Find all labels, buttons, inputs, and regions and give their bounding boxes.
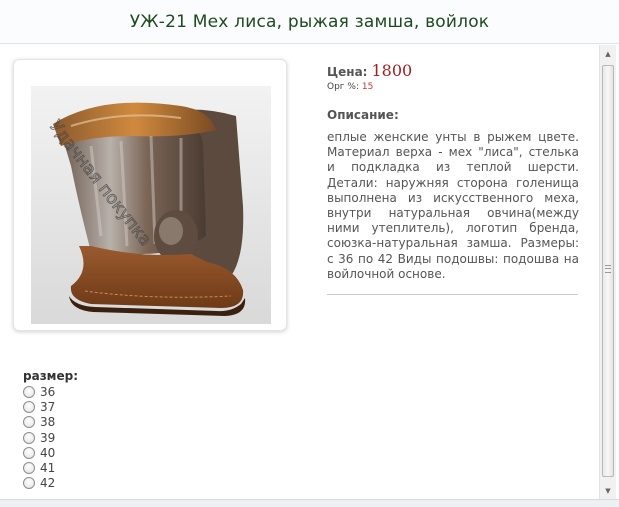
radio-button[interactable]: [23, 400, 35, 413]
vertical-scrollbar[interactable]: ▲ ▼: [599, 45, 616, 499]
org-line: Орг %: 15: [327, 82, 579, 92]
product-photo-frame: Удачная покупка: [13, 59, 287, 331]
title-bar: УЖ-21 Мех лиса, рыжая замша, войлок: [0, 0, 619, 44]
boot-illustration: Удачная покупка: [31, 86, 271, 324]
radio-button[interactable]: [23, 477, 35, 490]
size-option[interactable]: 38: [23, 415, 78, 430]
radio-button[interactable]: [23, 462, 35, 475]
price-line: Цена: 1800: [327, 61, 579, 80]
size-selector: размер: 36 37 38 39 40 41 42: [23, 369, 78, 491]
scrollbar-thumb[interactable]: [602, 65, 614, 477]
size-option-label: 42: [40, 476, 56, 491]
product-content: Удачная покупка Цена: 1800 Орг %: 15 Опи…: [0, 45, 599, 507]
scroll-up-button[interactable]: ▲: [600, 45, 616, 62]
org-label: Орг %:: [327, 82, 359, 92]
bottom-border: [0, 499, 619, 507]
size-option[interactable]: 37: [23, 399, 78, 414]
size-option[interactable]: 41: [23, 460, 78, 475]
size-option-label: 37: [40, 399, 56, 414]
scroll-down-button[interactable]: ▼: [600, 482, 616, 499]
product-photo[interactable]: Удачная покупка: [31, 86, 271, 324]
grip-icon: [605, 265, 611, 273]
size-option-label: 36: [40, 384, 56, 399]
size-option-label: 40: [40, 445, 56, 460]
org-value: 15: [361, 82, 374, 92]
product-info: Цена: 1800 Орг %: 15 Описание: еплые жен…: [327, 61, 579, 296]
description-text: еплые женские унты в рыжем цвете. Матери…: [327, 130, 579, 281]
page-title: УЖ-21 Мех лиса, рыжая замша, войлок: [129, 11, 490, 32]
size-option[interactable]: 36: [23, 384, 78, 399]
radio-button[interactable]: [23, 431, 35, 444]
triangle-up-icon: ▲: [605, 49, 611, 58]
price-label: Цена:: [327, 65, 368, 79]
size-option[interactable]: 39: [23, 430, 78, 445]
radio-button[interactable]: [23, 446, 35, 459]
size-option-label: 38: [40, 415, 56, 430]
size-option-label: 41: [40, 461, 56, 476]
triangle-down-icon: ▼: [605, 486, 611, 495]
description-label: Описание:: [327, 108, 399, 122]
size-option[interactable]: 42: [23, 476, 78, 491]
size-option-label: 39: [40, 430, 56, 445]
radio-button[interactable]: [23, 416, 35, 429]
size-option[interactable]: 40: [23, 445, 78, 460]
radio-button[interactable]: [23, 385, 35, 398]
price-value: 1800: [371, 61, 413, 80]
size-label: размер:: [23, 369, 78, 383]
divider: [327, 294, 578, 296]
